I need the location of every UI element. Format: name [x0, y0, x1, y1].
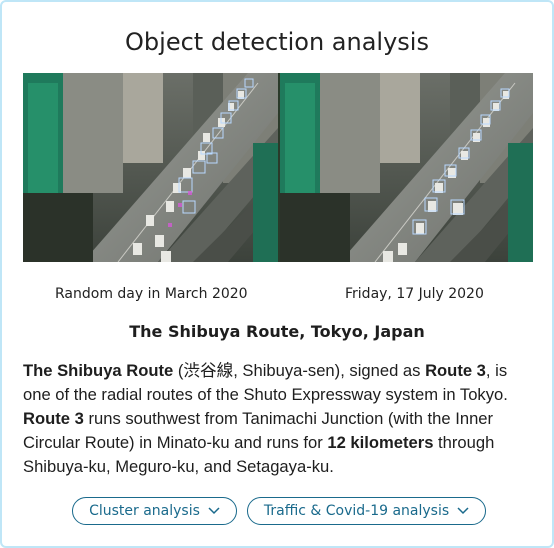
route-number-bold: Route 3 [23, 409, 84, 428]
description-text: (渋谷線, Shibuya-sen), signed as [173, 361, 426, 380]
route-name-bold: The Shibuya Route [23, 361, 174, 380]
cluster-analysis-label: Cluster analysis [89, 503, 200, 519]
traffic-covid-analysis-label: Traffic & Covid-19 analysis [263, 503, 450, 519]
location-subtitle: The Shibuya Route, Tokyo, Japan [129, 322, 425, 341]
photo-july-2020 [280, 73, 533, 262]
traffic-covid-analysis-button[interactable]: Traffic & Covid-19 analysis [247, 497, 486, 525]
cluster-analysis-button[interactable]: Cluster analysis [72, 497, 237, 525]
route-description: The Shibuya Route (渋谷線, Shibuya-sen), si… [23, 359, 537, 479]
route-number-bold: Route 3 [425, 361, 486, 380]
right-image-caption: Friday, 17 July 2020 [345, 286, 484, 302]
photo-march-2020 [23, 73, 278, 262]
traffic-photo-pair [23, 73, 533, 262]
chevron-down-icon [208, 503, 220, 519]
page-title: Object detection analysis [125, 28, 429, 56]
analysis-card: Object detection analysis Random day in … [0, 0, 554, 548]
chevron-down-icon [457, 503, 469, 519]
route-length-bold: 12 kilometers [327, 433, 434, 452]
comparison-image [23, 73, 533, 262]
left-image-caption: Random day in March 2020 [55, 286, 248, 302]
